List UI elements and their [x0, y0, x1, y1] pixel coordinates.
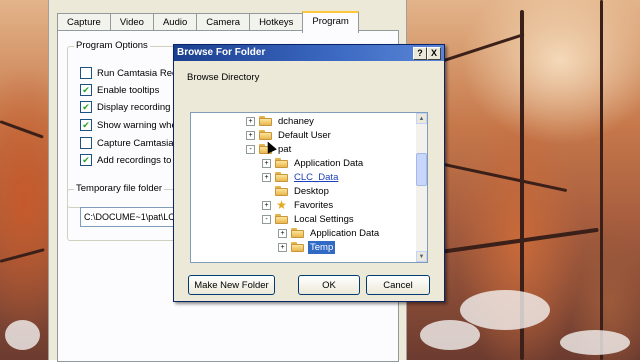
option-run-camtasia[interactable]: Run Camtasia Recor — [80, 66, 185, 80]
checkbox-checked[interactable]: ✔ — [80, 101, 92, 113]
close-button[interactable]: X — [427, 47, 441, 60]
expand-icon[interactable]: + — [246, 116, 255, 126]
options-tabs: Capture Video Audio Camera Hotkeys Progr… — [57, 11, 359, 33]
tree-node-application-data[interactable]: + Application Data — [262, 156, 365, 170]
tree-node-label-selected: Temp — [308, 240, 336, 254]
open-folder-icon — [275, 214, 288, 224]
expand-icon[interactable]: + — [262, 158, 271, 168]
option-show-warning[interactable]: ✔ Show warning when — [80, 118, 182, 132]
tab-program[interactable]: Program — [302, 11, 359, 33]
checkbox[interactable] — [80, 137, 92, 149]
dialog-title: Browse For Folder — [177, 47, 266, 58]
tab-audio[interactable]: Audio — [152, 13, 198, 31]
tree-node-clc-data[interactable]: + CLC_Data — [262, 170, 340, 184]
dialog-title-bar[interactable]: Browse For Folder ? X — [174, 45, 444, 61]
scroll-up-icon[interactable]: ▲ — [416, 113, 427, 124]
browse-heading: Browse Directory — [187, 72, 260, 83]
checkbox[interactable] — [80, 67, 92, 79]
folder-icon — [275, 172, 288, 182]
scroll-down-icon[interactable]: ▼ — [416, 251, 427, 262]
expander-placeholder — [262, 187, 271, 196]
expand-icon[interactable]: + — [246, 130, 255, 140]
expand-icon[interactable]: + — [278, 242, 287, 252]
checkbox-checked[interactable]: ✔ — [80, 119, 92, 131]
tree-node-dchaney[interactable]: + dchaney — [246, 114, 316, 128]
browse-for-folder-dialog: Browse For Folder ? X Browse Directory +… — [173, 44, 445, 302]
tree-node-desktop[interactable]: Desktop — [262, 184, 331, 198]
tree-node-label: pat — [278, 143, 292, 155]
checkbox-label: Enable tooltips — [97, 84, 160, 96]
cancel-button[interactable]: Cancel — [366, 275, 430, 295]
tree-node-label: Favorites — [294, 199, 334, 211]
make-new-folder-button[interactable]: Make New Folder — [188, 275, 275, 295]
tab-camera[interactable]: Camera — [196, 13, 251, 31]
tree-node-temp[interactable]: + Temp — [278, 240, 336, 254]
folder-icon — [291, 228, 304, 238]
tree-node-local-application-data[interactable]: + Application Data — [278, 226, 381, 240]
tree-node-label: Application Data — [310, 227, 380, 239]
folder-icon — [259, 130, 272, 140]
tree-node-label: CLC_Data — [294, 171, 339, 183]
checkbox-label: Run Camtasia Recor — [97, 67, 186, 79]
option-add-recordings[interactable]: ✔ Add recordings to T — [80, 153, 180, 167]
folder-icon — [291, 242, 304, 252]
tree-node-local-settings[interactable]: - Local Settings — [262, 212, 356, 226]
temp-folder-title: Temporary file folder — [74, 183, 165, 194]
checkbox-label: Show warning when — [97, 119, 183, 131]
tree-node-label: Default User — [278, 129, 331, 141]
expand-icon[interactable]: + — [278, 228, 287, 238]
folder-icon — [275, 158, 288, 168]
expand-icon[interactable]: + — [262, 172, 271, 182]
tab-video[interactable]: Video — [109, 13, 154, 31]
tree-node-label: Application Data — [294, 157, 364, 169]
tree-node-favorites[interactable]: + ★ Favorites — [262, 198, 335, 212]
option-enable-tooltips[interactable]: ✔ Enable tooltips — [80, 83, 159, 97]
tab-capture[interactable]: Capture — [57, 13, 111, 31]
folder-tree[interactable]: + dchaney + Default User - pat + Applica… — [190, 112, 428, 263]
checkbox-checked[interactable]: ✔ — [80, 154, 92, 166]
tree-node-label: Desktop — [294, 185, 329, 197]
checkbox-label: Capture Camtasia R — [97, 137, 184, 149]
temp-folder-input[interactable]: C:\DOCUME~1\pat\LC — [80, 207, 181, 227]
checkbox-checked[interactable]: ✔ — [80, 84, 92, 96]
expand-icon[interactable]: + — [262, 200, 271, 210]
tree-node-label: Local Settings — [294, 213, 354, 225]
tab-hotkeys[interactable]: Hotkeys — [249, 13, 304, 31]
program-options-title: Program Options — [74, 40, 150, 51]
option-display-recording[interactable]: ✔ Display recording pr — [80, 100, 181, 114]
option-capture-camtasia[interactable]: Capture Camtasia R — [80, 136, 183, 150]
checkbox-label: Add recordings to T — [97, 154, 180, 166]
collapse-icon[interactable]: - — [262, 214, 271, 224]
tree-node-label: dchaney — [278, 115, 314, 127]
help-button[interactable]: ? — [413, 47, 427, 60]
folder-icon — [259, 116, 272, 126]
checkbox-label: Display recording pr — [97, 101, 182, 113]
collapse-icon[interactable]: - — [246, 144, 255, 154]
ok-button[interactable]: OK — [298, 275, 360, 295]
folder-icon — [275, 186, 288, 196]
tree-node-default-user[interactable]: + Default User — [246, 128, 333, 142]
scroll-thumb[interactable] — [416, 153, 427, 186]
star-icon: ★ — [276, 198, 287, 212]
tree-vertical-scrollbar[interactable]: ▲ ▼ — [416, 113, 427, 262]
